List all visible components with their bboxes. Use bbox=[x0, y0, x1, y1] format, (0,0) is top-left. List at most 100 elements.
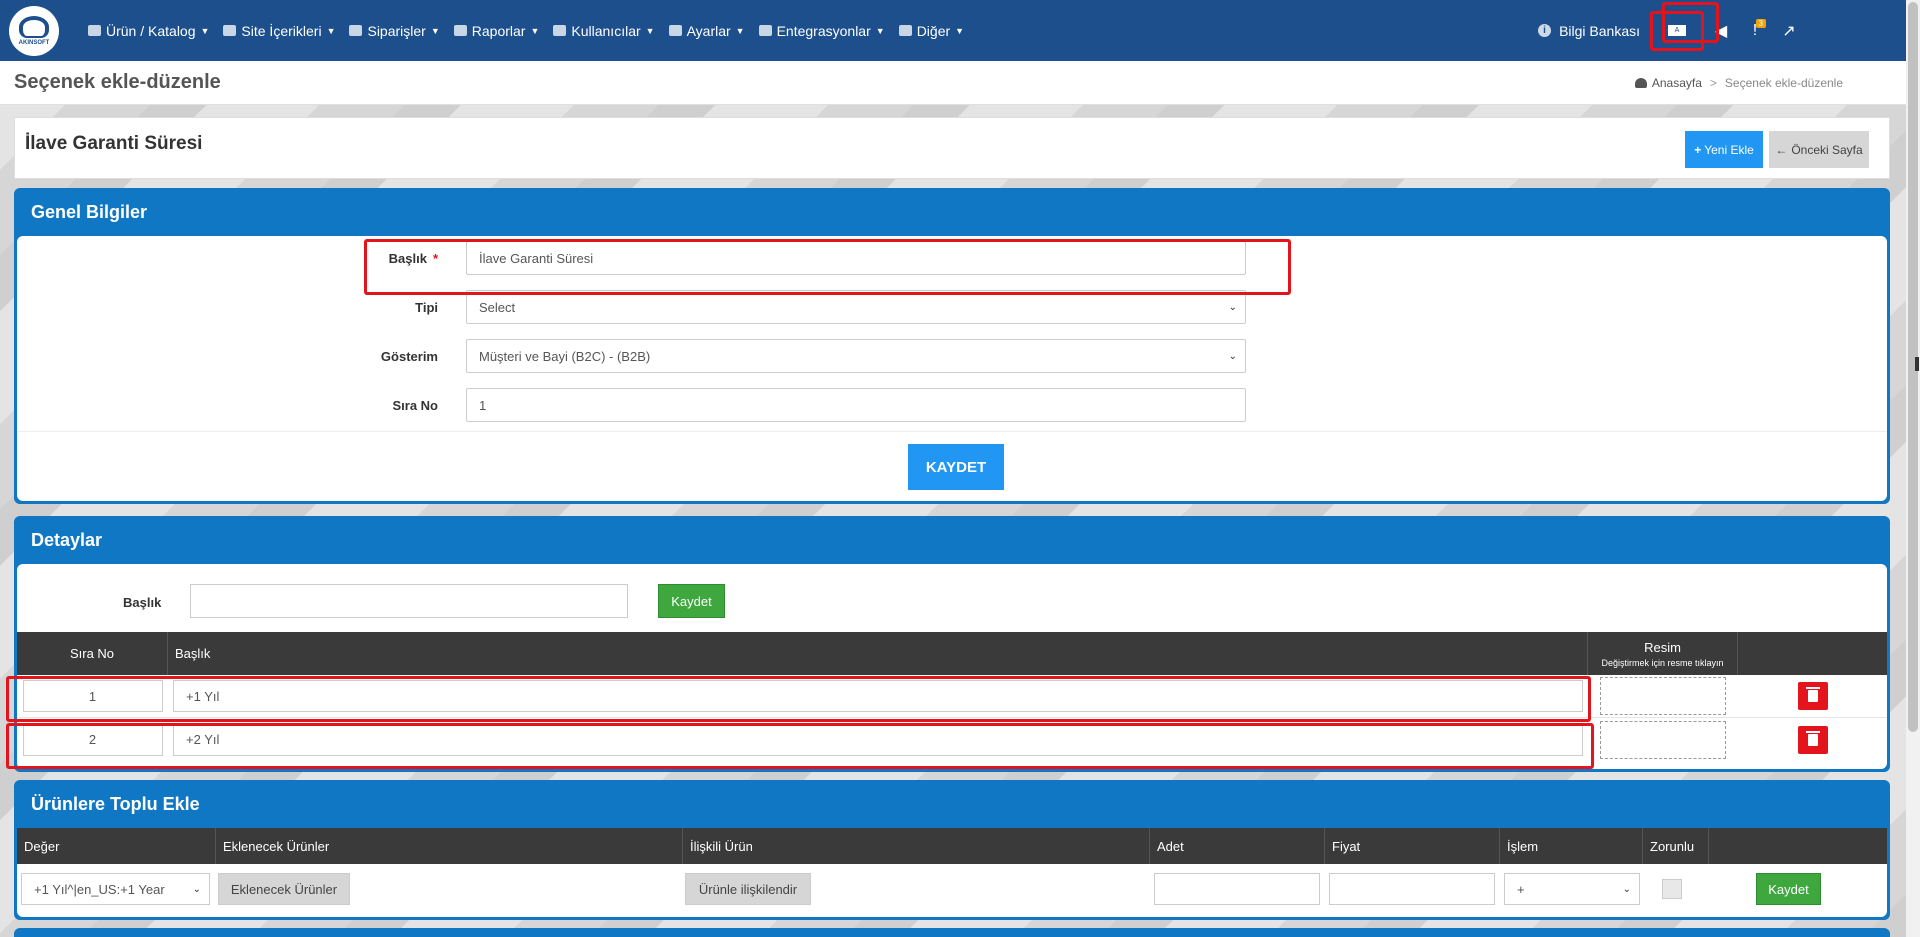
plus-icon: + bbox=[1694, 142, 1702, 157]
menu-label: Ayarlar bbox=[686, 22, 731, 39]
bulk-action-cell: Kaydet bbox=[1709, 873, 1887, 905]
menu-label: Entegrasyonlar bbox=[776, 22, 871, 39]
table-row: 1 +1 Yıl bbox=[17, 675, 1887, 718]
back-button-label: Önceki Sayfa bbox=[1791, 142, 1863, 157]
knowledge-base-link[interactable]: i Bilgi Bankası bbox=[1538, 23, 1640, 39]
menu-label: Siparişler bbox=[367, 22, 426, 39]
megaphone-icon: ◀ bbox=[1714, 22, 1728, 40]
bulk-save-button[interactable]: Kaydet bbox=[1756, 873, 1821, 905]
caret-down-icon: ▼ bbox=[955, 25, 965, 36]
chevron-down-icon: ⌄ bbox=[1228, 301, 1237, 313]
menu-urun-katalog[interactable]: Ürün / Katalog ▼ bbox=[81, 23, 216, 39]
col-islem: İşlem bbox=[1500, 828, 1643, 864]
col-resim-label: Resim bbox=[1644, 639, 1681, 655]
row-sira-input[interactable]: 1 bbox=[22, 680, 163, 712]
brand-logo[interactable]: AKINSOFT bbox=[9, 5, 59, 56]
menu-siparisler[interactable]: Siparişler ▼ bbox=[342, 23, 446, 39]
menu-site-icerikleri[interactable]: Site İçerikleri ▼ bbox=[216, 23, 342, 39]
save-general-button[interactable]: KAYDET bbox=[908, 444, 1004, 490]
caret-down-icon: ▼ bbox=[645, 25, 655, 36]
col-bulk-actions bbox=[1709, 828, 1887, 864]
sira-input[interactable]: 1 bbox=[466, 388, 1246, 422]
details-save-button[interactable]: Kaydet bbox=[658, 584, 725, 618]
report-icon bbox=[453, 25, 467, 36]
delete-button[interactable] bbox=[1797, 682, 1828, 710]
relate-product-button[interactable]: Ürünle ilişkilendir bbox=[685, 873, 811, 905]
details-baslik-input[interactable] bbox=[190, 584, 628, 618]
menu-label: Kullanıcılar bbox=[571, 22, 641, 39]
tipi-value: Select bbox=[479, 299, 516, 315]
info-icon: i bbox=[1538, 24, 1552, 37]
row-baslik-input[interactable]: +2 Yıl bbox=[173, 723, 1583, 756]
page-scrollbar[interactable] bbox=[1906, 0, 1920, 937]
col-actions bbox=[1738, 632, 1887, 675]
menu-diger[interactable]: Diğer ▼ bbox=[892, 23, 971, 39]
tipi-select[interactable]: Select ⌄ bbox=[466, 290, 1246, 324]
external-link-button[interactable]: ↗ bbox=[1772, 11, 1806, 51]
select-products-button[interactable]: Eklenecek Ürünler bbox=[218, 873, 350, 905]
truck-icon bbox=[349, 25, 363, 36]
alerts-badge: 3 bbox=[1755, 18, 1766, 28]
adet-cell bbox=[1150, 873, 1325, 905]
menu-kullanicilar[interactable]: Kullanıcılar ▼ bbox=[546, 23, 661, 39]
page-title: Seçenek ekle-düzenle bbox=[14, 71, 221, 93]
baslik-input[interactable]: İlave Garanti Süresi bbox=[466, 241, 1246, 275]
details-baslik-label: Başlık bbox=[123, 595, 162, 610]
row-sira-input[interactable]: 2 bbox=[22, 723, 163, 756]
image-upload-area[interactable] bbox=[1600, 720, 1726, 759]
general-info-panel: Genel Bilgiler Başlık * İlave Garanti Sür… bbox=[14, 188, 1890, 504]
required-mark: * bbox=[432, 250, 438, 266]
deger-select[interactable]: +1 Yıl^|en_US:+1 Year ⌄ bbox=[21, 873, 210, 905]
col-sira: Sıra No bbox=[17, 632, 168, 675]
islem-cell: + ⌄ bbox=[1500, 873, 1643, 905]
back-button[interactable]: ← Önceki Sayfa bbox=[1769, 131, 1869, 168]
col-resim-hint: Değiştirmek için resme tıklayın bbox=[1601, 657, 1724, 668]
menu-label: Ürün / Katalog bbox=[106, 22, 196, 39]
col-deger: Değer bbox=[17, 828, 216, 864]
sira-row: Sıra No 1 bbox=[346, 388, 1246, 422]
pages-icon bbox=[223, 25, 237, 36]
general-info-body: Başlık * İlave Garanti Süresi Tipi Select… bbox=[17, 236, 1887, 501]
sitemap-icon bbox=[758, 25, 772, 36]
iliskili-cell: Ürünle ilişkilendir bbox=[683, 873, 1150, 905]
tipi-label: Tipi bbox=[415, 299, 438, 315]
row-image-cell bbox=[1588, 677, 1738, 715]
bulk-add-panel: Ürünlere Toplu Ekle Değer Eklenecek Ürün… bbox=[14, 780, 1890, 920]
new-button-label: Yeni Ekle bbox=[1704, 142, 1754, 157]
adet-input[interactable] bbox=[1154, 873, 1320, 905]
row-image-cell bbox=[1588, 720, 1738, 759]
alerts-button[interactable]: ! 3 bbox=[1738, 11, 1772, 51]
new-button[interactable]: + Yeni Ekle bbox=[1685, 131, 1763, 168]
details-title: Detaylar bbox=[31, 530, 103, 550]
next-panel-edge bbox=[14, 928, 1890, 937]
bulk-row: +1 Yıl^|en_US:+1 Year ⌄ Eklenecek Ürünler… bbox=[17, 864, 1887, 914]
islem-select[interactable]: + ⌄ bbox=[1504, 873, 1640, 905]
breadcrumb-home[interactable]: Anasayfa bbox=[1652, 76, 1702, 90]
tipi-row: Tipi Select ⌄ bbox=[346, 290, 1246, 324]
col-baslik: Başlık bbox=[168, 632, 1588, 675]
announcements-button[interactable]: ◀ bbox=[1704, 11, 1738, 51]
row-baslik-cell: +2 Yıl bbox=[168, 723, 1588, 756]
gosterim-label: Gösterim bbox=[380, 348, 438, 364]
image-upload-area[interactable] bbox=[1600, 677, 1726, 715]
bulk-add-body: Değer Eklenecek Ürünler İlişkili Ürün Ad… bbox=[17, 828, 1887, 917]
row-baslik-input[interactable]: +1 Yıl bbox=[173, 680, 1583, 712]
col-adet: Adet bbox=[1150, 828, 1325, 864]
details-body: Başlık Kaydet Sıra No Başlık Resim Değiş… bbox=[17, 564, 1887, 769]
menu-raporlar[interactable]: Raporlar ▼ bbox=[447, 23, 547, 39]
row-action-cell bbox=[1738, 725, 1887, 754]
details-panel: Detaylar Başlık Kaydet Sıra No Başlık Re… bbox=[14, 516, 1890, 772]
menu-ayarlar[interactable]: Ayarlar ▼ bbox=[662, 23, 752, 39]
trash-icon bbox=[1805, 730, 1820, 746]
top-navbar: AKINSOFT Ürün / Katalog ▼ Site İçerikleri… bbox=[0, 0, 1906, 61]
gosterim-select[interactable]: Müşteri ve Bayi (B2C) - (B2B) ⌄ bbox=[466, 339, 1246, 373]
delete-button[interactable] bbox=[1797, 725, 1828, 754]
required-checkbox[interactable] bbox=[1662, 879, 1682, 899]
chevron-down-icon: ⌄ bbox=[192, 883, 201, 895]
menu-entegrasyonlar[interactable]: Entegrasyonlar ▼ bbox=[752, 23, 892, 39]
language-button[interactable]: A bbox=[1650, 10, 1704, 51]
gosterim-row: Gösterim Müşteri ve Bayi (B2C) - (B2B) ⌄ bbox=[346, 339, 1246, 373]
chevron-down-icon: ⌄ bbox=[1622, 883, 1631, 895]
fiyat-input[interactable] bbox=[1329, 873, 1495, 905]
table-row: 2 +2 Yıl bbox=[17, 718, 1887, 761]
